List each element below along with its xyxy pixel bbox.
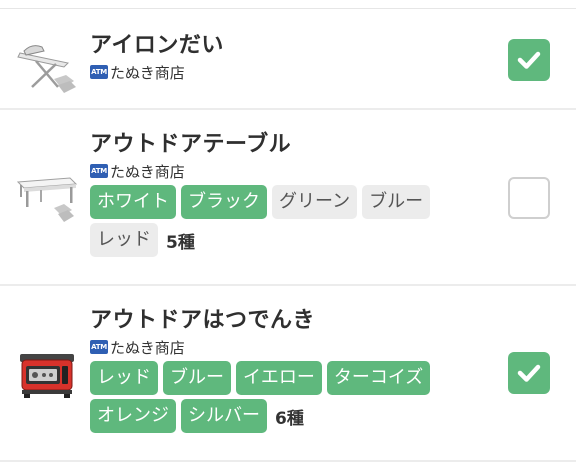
item-name: アウトドアテーブル — [90, 132, 292, 157]
item-name: アイロンだい — [90, 33, 224, 58]
variant-tags: ホワイト ブラック グリーン ブルー レッド 5種 — [90, 185, 470, 257]
variant-tags: レッド ブルー イエロー ターコイズ オレンジ シルバー 6種 — [90, 361, 470, 433]
shop-label: ATM たぬき商店 — [90, 63, 486, 82]
variant-tag[interactable]: ブルー — [362, 185, 431, 219]
ironing-board-icon — [17, 45, 76, 93]
variant-tag[interactable]: オレンジ — [90, 399, 176, 433]
variant-tag[interactable]: グリーン — [272, 185, 358, 219]
variant-tag[interactable]: ターコイズ — [326, 361, 431, 395]
check-icon — [517, 364, 541, 382]
list-item[interactable]: アウトドアテーブル ATM たぬき商店 ホワイト ブラック グリーン ブルー レ… — [0, 110, 576, 286]
shop-name: たぬき商店 — [110, 63, 185, 82]
shop-label: ATM たぬき商店 — [90, 338, 486, 357]
check-icon — [517, 51, 541, 69]
owned-checkbox[interactable] — [508, 352, 550, 394]
variant-tag[interactable]: ブルー — [163, 361, 231, 395]
shop-label: ATM たぬき商店 — [90, 162, 486, 181]
list-item[interactable]: アウトドアはつでんき ATM たぬき商店 レッド ブルー イエロー ターコイズ … — [0, 286, 576, 462]
owned-checkbox[interactable] — [508, 39, 550, 81]
variant-tag[interactable]: ブラック — [181, 185, 267, 219]
variant-tag[interactable]: シルバー — [181, 399, 267, 433]
item-name: アウトドアはつでんき — [90, 308, 316, 333]
atm-icon: ATM — [90, 164, 108, 178]
list-item[interactable]: アイロンだい ATM たぬき商店 — [0, 9, 576, 110]
shop-name: たぬき商店 — [110, 162, 185, 181]
variant-count: 6種 — [275, 408, 304, 429]
variant-tag[interactable]: ホワイト — [90, 185, 176, 219]
generator-icon — [20, 354, 74, 398]
variant-tag[interactable]: レッド — [90, 223, 158, 257]
variant-count: 5種 — [166, 232, 195, 253]
atm-icon: ATM — [90, 340, 108, 354]
owned-checkbox[interactable] — [508, 177, 550, 219]
shop-name: たぬき商店 — [110, 338, 185, 357]
atm-icon: ATM — [90, 65, 108, 79]
outdoor-table-icon — [16, 177, 78, 222]
variant-tag[interactable]: レッド — [90, 361, 158, 395]
variant-tag[interactable]: イエロー — [236, 361, 322, 395]
